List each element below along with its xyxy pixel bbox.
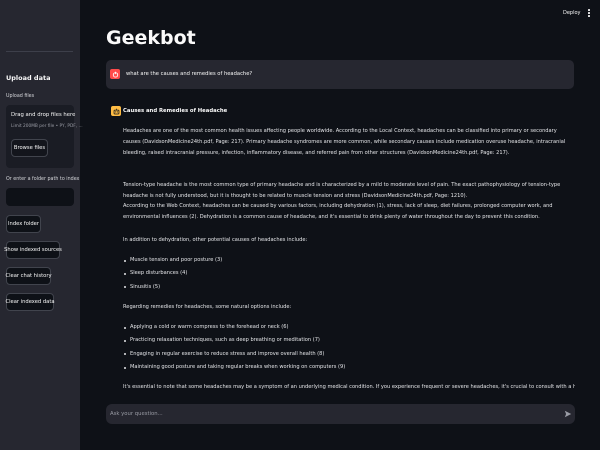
upload-files-label: Upload files (6, 94, 35, 99)
clear-indexed-data-button[interactable]: Clear indexed data (5, 293, 55, 311)
list-item: Muscle tension and poor posture (3) (123, 256, 563, 269)
list-item: Applying a cold or warm compress to the … (123, 323, 563, 336)
bot-paragraph: Tension-type headache is the most common… (123, 182, 561, 199)
folder-path-input[interactable] (6, 188, 74, 206)
deploy-button[interactable]: Deploy (563, 10, 581, 16)
more-vertical-icon[interactable] (587, 9, 591, 19)
page-title: Geekbot (106, 27, 196, 49)
chat-input-container (106, 404, 575, 424)
folder-path-label: Or enter a folder path to index (6, 177, 80, 182)
index-folder-button[interactable]: Index folder (6, 215, 41, 233)
causes-list: Muscle tension and poor posture (3) Slee… (123, 256, 563, 296)
list-item: Maintaining good posture and taking regu… (123, 363, 563, 376)
bot-paragraph: Regarding remedies for headaches, some n… (123, 304, 292, 310)
file-dropzone[interactable]: Drag and drop files here Limit 200MB per… (6, 105, 83, 168)
dropzone-text: Drag and drop files here (11, 112, 76, 118)
clear-chat-history-button[interactable]: Clear chat history (5, 267, 52, 285)
send-icon[interactable] (563, 408, 573, 420)
bot-paragraph: Headaches are one of the most common hea… (123, 128, 566, 156)
user-message: what are the causes and remedies of head… (106, 60, 574, 89)
remedies-list: Applying a cold or warm compress to the … (123, 323, 563, 377)
bot-paragraph: In addition to dehydration, other potent… (123, 237, 308, 243)
user-message-text: what are the causes and remedies of head… (126, 71, 253, 77)
sidebar: Upload data Upload files Drag and drop f… (0, 0, 83, 450)
bot-response-heading: Causes and Remedies of Headache (123, 108, 228, 114)
bot-paragraph: According to the Web Context, headaches … (123, 203, 553, 220)
bot-avatar-icon (111, 106, 121, 116)
list-item: Sleep disturbances (4) (123, 269, 563, 282)
browse-files-button[interactable]: Browse files (11, 139, 48, 157)
list-item: Sinusitis (5) (123, 283, 563, 296)
chat-input[interactable] (110, 408, 550, 420)
list-item: Practicing relaxation techniques, such a… (123, 336, 563, 349)
sidebar-upload-title: Upload data (6, 74, 51, 82)
show-indexed-sources-button[interactable]: Show indexed sources (4, 241, 62, 259)
sidebar-divider (6, 51, 73, 52)
list-item: Engaging in regular exercise to reduce s… (123, 350, 563, 363)
user-avatar-icon (110, 69, 120, 79)
dropzone-limit-text: Limit 200MB per file • PY, PDF, ... (11, 124, 83, 129)
bot-paragraph: It's essential to note that some headach… (123, 384, 575, 390)
